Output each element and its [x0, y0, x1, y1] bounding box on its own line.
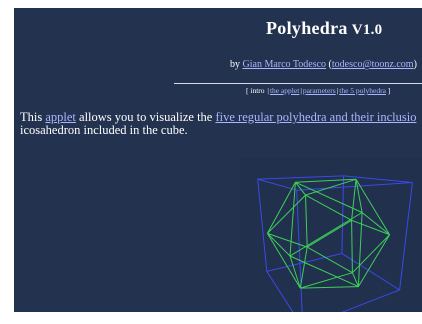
polyhedra-applet[interactable] [240, 158, 422, 312]
icosahedron-edge [357, 234, 391, 287]
intro-text-before: This [20, 110, 43, 124]
icosahedron-edge [300, 286, 359, 289]
polyhedron-canvas[interactable] [240, 158, 422, 312]
cube-edge [257, 179, 268, 272]
title-text: Polyhedra [266, 18, 348, 38]
nav-open-bracket: [ [246, 86, 249, 95]
nav-item-the-applet[interactable]: the applet [270, 86, 299, 95]
icosahedron-edge [305, 195, 308, 248]
header-divider [174, 83, 422, 84]
cube-edge [341, 289, 400, 312]
icosahedron-edge [305, 194, 352, 221]
intro-line2: icosahedron included in the cube. [20, 123, 188, 137]
cube-wireframe [257, 175, 413, 312]
email-link[interactable]: todesco@toonz.com [332, 59, 414, 70]
icosahedron-edge [352, 234, 390, 274]
byline-prefix: by [230, 59, 240, 70]
intro-text-mid: allows you to visualize the [79, 110, 213, 124]
icosahedron-edge [289, 212, 363, 257]
icosahedron-edge [266, 181, 296, 234]
section-nav: [ intro |the applet|parameters|the 5 pol… [246, 86, 390, 95]
version-label: V1.0 [351, 22, 383, 38]
polyhedra-link[interactable]: five regular polyhedra and their inclusi… [215, 110, 416, 124]
cube-edge [257, 178, 297, 191]
icosahedron-edge [267, 194, 306, 234]
icosahedron-edge [361, 212, 390, 236]
cube-edge [257, 175, 344, 180]
page-title: Polyhedra V1.0 [266, 18, 383, 39]
nav-item-parameters[interactable]: parameters [303, 86, 336, 95]
icosahedron-edge [351, 179, 357, 221]
applet-link[interactable]: applet [45, 110, 76, 124]
icosahedron-edge [289, 255, 301, 289]
icosahedron-edge [299, 247, 308, 289]
byline: by Gian Marco Todesco (todesco@toonz.com… [230, 59, 417, 70]
email-close-paren: ) [413, 59, 417, 70]
icosahedron-edge [267, 232, 308, 248]
nav-item-the-5-polyhedra[interactable]: the 5 polyhedra [339, 86, 386, 95]
icosahedron-edge [351, 220, 353, 273]
icosahedron-edge [289, 182, 296, 257]
cube-edge [399, 182, 413, 290]
icosahedron-edge [351, 219, 390, 236]
intro-paragraph: This applet allows you to visualize the … [20, 111, 422, 137]
nav-item-intro: intro [250, 86, 265, 95]
author-link[interactable]: Gian Marco Todesco [243, 59, 327, 70]
page-frame: Polyhedra V1.0 by Gian Marco Todesco (tod… [14, 8, 422, 312]
icosahedron-edge [306, 219, 352, 248]
nav-close-bracket: ] [387, 86, 391, 95]
